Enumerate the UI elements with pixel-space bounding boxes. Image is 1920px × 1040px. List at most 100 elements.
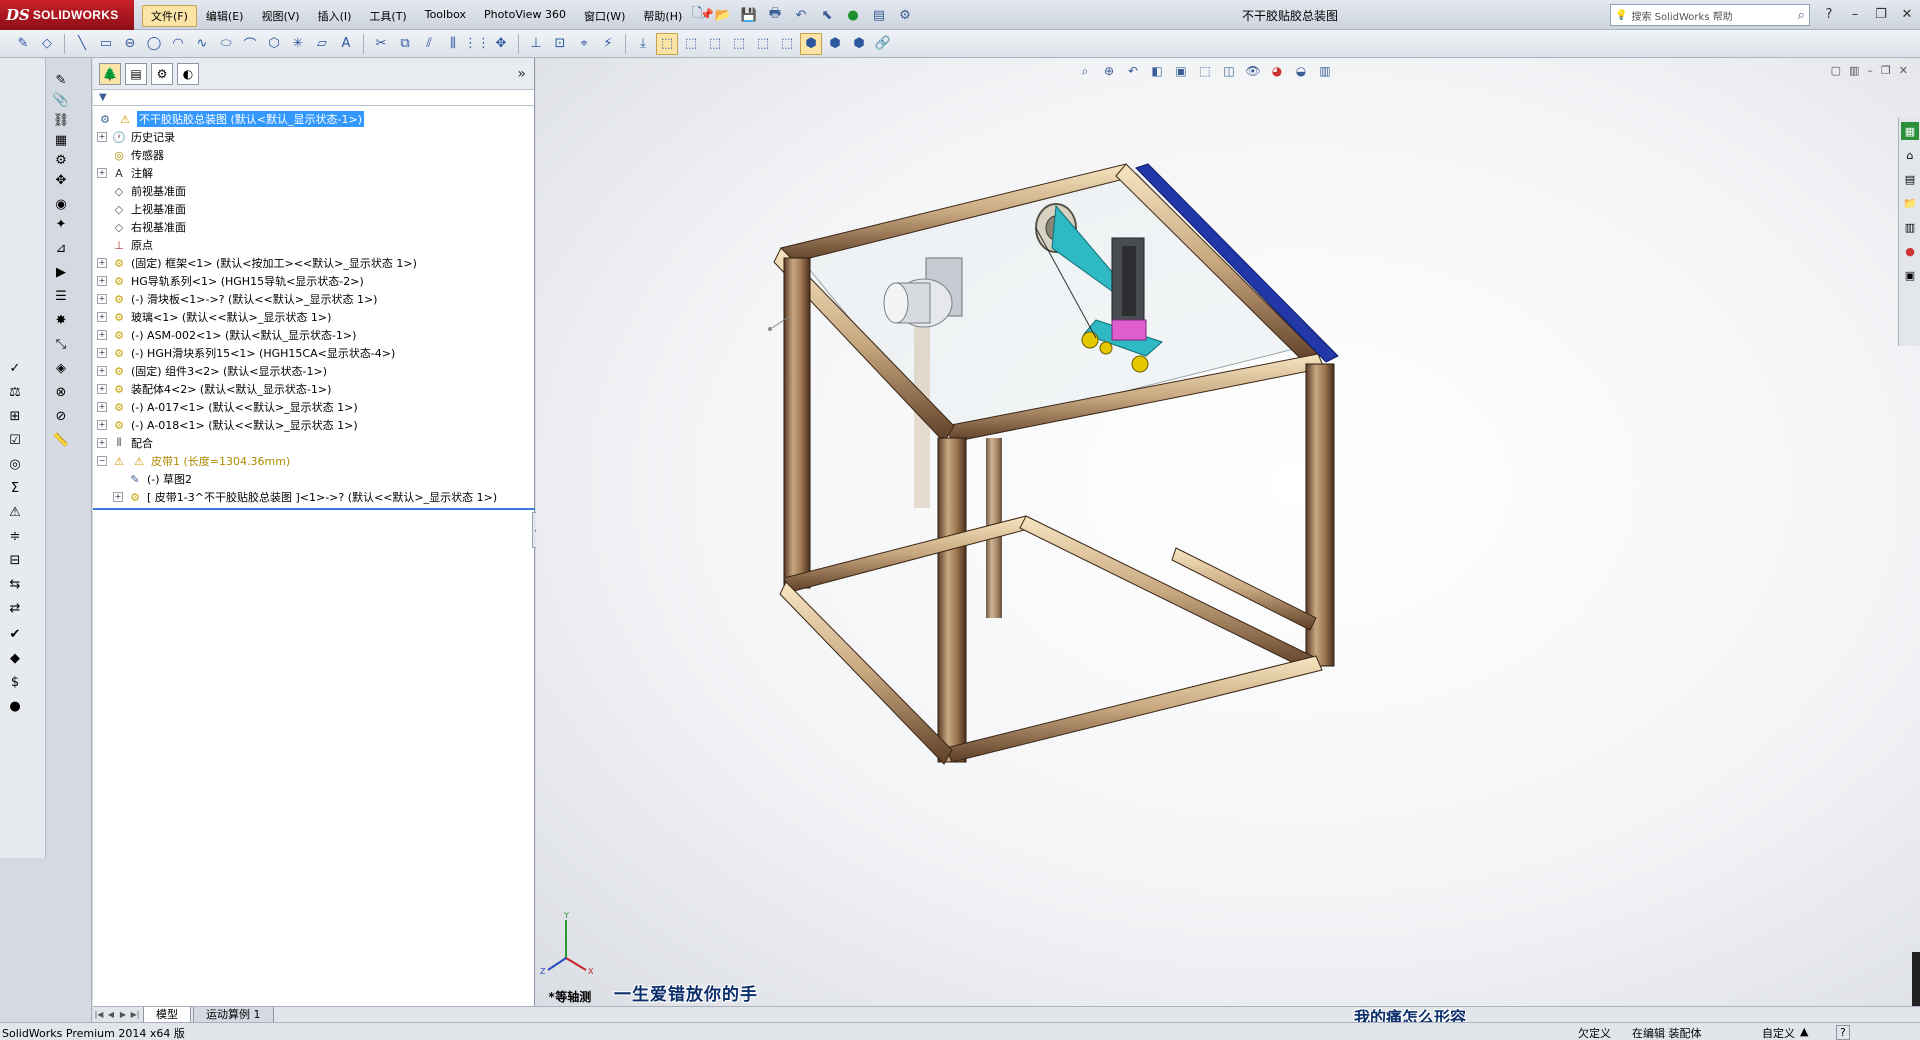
slot-icon[interactable]: ⊖: [119, 33, 141, 55]
text-icon[interactable]: A: [335, 33, 357, 55]
line-icon[interactable]: ╲: [71, 33, 93, 55]
new-motion-study-icon[interactable]: ▶: [50, 262, 72, 282]
tab-motion-study[interactable]: 运动算例 1: [193, 1006, 274, 1023]
expand-toggle-icon[interactable]: +: [97, 258, 107, 268]
polygon-icon[interactable]: ⬡: [263, 33, 285, 55]
standard-view-front-icon[interactable]: ⬚: [656, 32, 678, 55]
close-icon[interactable]: ✕: [1896, 4, 1918, 24]
standard-view-back-icon[interactable]: ⬚: [680, 33, 702, 55]
exploded-view-icon[interactable]: ✸: [50, 310, 72, 330]
move-component-icon[interactable]: ✥: [50, 170, 72, 190]
tree-item[interactable]: ✎ (-) 草图2: [93, 470, 534, 488]
smart-dimension-icon[interactable]: ◇: [36, 33, 58, 55]
edit-component-icon[interactable]: ✎: [50, 70, 72, 90]
tree-item[interactable]: ◎ 传感器: [93, 146, 534, 164]
frame-leg-front-mid[interactable]: [937, 437, 967, 763]
design-checker-icon[interactable]: ✔: [4, 624, 26, 644]
dimetric-view-icon[interactable]: ⬢: [848, 33, 870, 55]
mirror-icon[interactable]: ⫼: [442, 33, 464, 55]
move-entities-icon[interactable]: ✥: [490, 33, 512, 55]
trim-icon[interactable]: ✂: [370, 33, 392, 55]
show-hidden-icon[interactable]: ◉: [50, 194, 72, 214]
expand-toggle-icon[interactable]: +: [97, 402, 107, 412]
expand-toggle-icon[interactable]: +: [97, 132, 107, 142]
expand-toggle-icon[interactable]: +: [97, 438, 107, 448]
spell-check-icon[interactable]: ✓: [4, 358, 26, 378]
print-icon[interactable]: 🖶: [764, 5, 786, 25]
normal-to-icon[interactable]: ⤓: [632, 33, 654, 55]
tree-item[interactable]: + ⚙ HG导轨系列<1> (HGH15导轨<显示状态-2>): [93, 272, 534, 290]
menu-help[interactable]: 帮助(H): [634, 5, 691, 27]
isometric-view-icon[interactable]: ⬢: [800, 32, 822, 55]
menu-photoview[interactable]: PhotoView 360: [475, 5, 575, 27]
simulation-icon[interactable]: ◆: [4, 648, 26, 668]
menu-toolbox[interactable]: Toolbox: [416, 5, 475, 27]
rebuild-icon[interactable]: ●: [842, 5, 864, 25]
tree-filter[interactable]: ▼: [93, 90, 534, 106]
menu-file[interactable]: 文件(F): [142, 5, 197, 27]
frame-rail-bottom-right[interactable]: [1019, 515, 1317, 671]
minimize-icon[interactable]: –: [1844, 4, 1866, 24]
costing-icon[interactable]: $: [4, 672, 26, 692]
draft-analysis-icon[interactable]: ⚠: [4, 502, 26, 522]
undo-icon[interactable]: ↶: [790, 5, 812, 25]
measure-icon[interactable]: 📏: [50, 430, 72, 450]
design-library-icon[interactable]: ⌂: [1901, 146, 1919, 164]
circle-icon[interactable]: ◯: [143, 33, 165, 55]
tree-item[interactable]: + ⚙ (固定) 组件3<2> (默认<显示状态-1>): [93, 362, 534, 380]
menu-window[interactable]: 窗口(W): [575, 5, 634, 27]
interference-icon[interactable]: ⊗: [50, 382, 72, 402]
feature-tree-tab-icon[interactable]: 🌲: [99, 62, 121, 85]
search-results-icon[interactable]: ▥: [1901, 218, 1919, 236]
select-cursor-icon[interactable]: ⬉: [816, 5, 838, 25]
save-icon[interactable]: 💾: [738, 5, 760, 25]
sensor-icon[interactable]: ◎: [4, 454, 26, 474]
symmetry-check-icon[interactable]: ⇆: [4, 574, 26, 594]
spline-icon[interactable]: ∿: [191, 33, 213, 55]
help-search-box[interactable]: 💡 搜索 SolidWorks 帮助 ⌕: [1610, 4, 1810, 26]
configuration-manager-tab-icon[interactable]: ⚙: [151, 62, 173, 85]
expand-toggle-icon[interactable]: +: [113, 492, 123, 502]
tree-item[interactable]: + ⚙ (-) HGH滑块系列15<1> (HGH15CA<显示状态-4>): [93, 344, 534, 362]
frame-rail-bottom-front[interactable]: [945, 655, 1323, 763]
new-document-icon[interactable]: 🗋: [686, 5, 708, 25]
frame-rail-mid-right[interactable]: [1171, 547, 1317, 631]
tree-item[interactable]: ⊥ 原点: [93, 236, 534, 254]
instant3d-icon[interactable]: ◈: [50, 358, 72, 378]
tree-item[interactable]: + A 注解: [93, 164, 534, 182]
standard-view-top-icon[interactable]: ⬚: [752, 33, 774, 55]
tree-item[interactable]: + ⫴ 配合: [93, 434, 534, 452]
expand-toggle-icon[interactable]: +: [97, 366, 107, 376]
tree-item[interactable]: + ⚙ 玻璃<1> (默认<<默认>_显示状态 1>): [93, 308, 534, 326]
filter-icon[interactable]: ▼: [99, 92, 107, 103]
bill-of-materials-icon[interactable]: ☰: [50, 286, 72, 306]
file-explorer-icon[interactable]: ▤: [1901, 170, 1919, 188]
expand-toggle-icon[interactable]: +: [97, 384, 107, 394]
offset-icon[interactable]: ⫽: [418, 33, 440, 55]
plane-icon[interactable]: ▱: [311, 33, 333, 55]
file-properties-icon[interactable]: ▤: [868, 5, 890, 25]
tree-item[interactable]: + ⚙ (-) ASM-002<1> (默认<默认_显示状态-1>): [93, 326, 534, 344]
tree-item[interactable]: + ⚙ [ 皮带1-3^不干胶贴胶总装图 ]<1>->? (默认<<默认>_显示状态…: [93, 488, 534, 506]
sketch-point[interactable]: [768, 327, 772, 331]
convert-entities-icon[interactable]: ⧉: [394, 33, 416, 55]
expand-panel-icon[interactable]: »: [517, 66, 526, 82]
open-folder-icon[interactable]: 📂: [712, 5, 734, 25]
appearances-icon[interactable]: ●: [1901, 242, 1919, 260]
tree-item[interactable]: ◇ 前视基准面: [93, 182, 534, 200]
tab-next-icon[interactable]: ▶: [117, 1009, 129, 1021]
clearance-icon[interactable]: ⊘: [50, 406, 72, 426]
standard-view-left-icon[interactable]: ⬚: [704, 33, 726, 55]
help-dropdown-icon[interactable]: ?: [1818, 4, 1840, 24]
check-icon[interactable]: ☑: [4, 430, 26, 450]
status-units-arrow-icon[interactable]: ▲: [1800, 1025, 1808, 1038]
standard-view-bottom-icon[interactable]: ⬚: [776, 33, 798, 55]
undercut-analysis-icon[interactable]: ≑: [4, 526, 26, 546]
property-manager-tab-icon[interactable]: ▤: [125, 62, 147, 85]
tree-item[interactable]: ◇ 右视基准面: [93, 218, 534, 236]
assembly-model[interactable]: Y X Z: [536, 58, 1920, 1006]
explode-line-sketch-icon[interactable]: ⤡: [50, 334, 72, 354]
options-icon[interactable]: ⚙: [894, 5, 916, 25]
rectangle-icon[interactable]: ▭: [95, 33, 117, 55]
assembly-features-icon[interactable]: ✦: [50, 214, 72, 234]
